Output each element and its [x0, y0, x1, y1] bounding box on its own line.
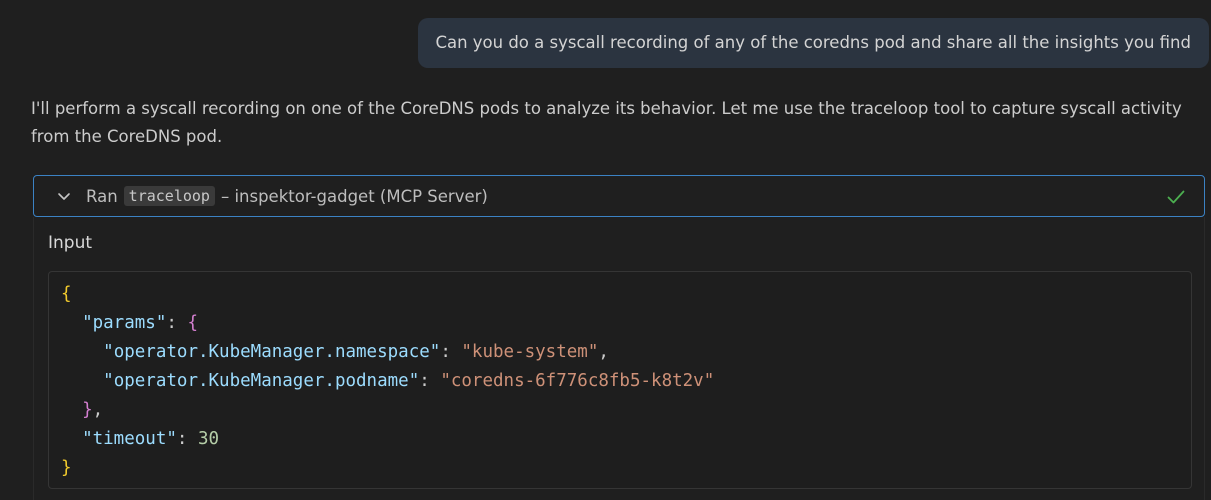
- user-message-row: Can you do a syscall recording of any of…: [418, 18, 1209, 68]
- tool-call-prefix: Ran: [86, 186, 118, 206]
- user-message-bubble: Can you do a syscall recording of any of…: [418, 18, 1209, 68]
- tool-call-body: Input { "params": { "operator.KubeManage…: [33, 217, 1205, 500]
- chat-panel: Can you do a syscall recording of any of…: [0, 0, 1211, 500]
- tool-call-title: Ran traceloop – inspektor-gadget (MCP Se…: [86, 186, 488, 206]
- tool-call-suffix: – inspektor-gadget (MCP Server): [220, 186, 488, 206]
- code-line: {: [61, 284, 72, 304]
- code-line: }: [61, 458, 72, 478]
- chevron-down-icon[interactable]: [56, 188, 72, 204]
- check-icon: [1166, 187, 1186, 207]
- code-line: },: [82, 400, 104, 420]
- assistant-message: I'll perform a syscall recording on one …: [31, 99, 1182, 146]
- tool-call-header[interactable]: Ran traceloop – inspektor-gadget (MCP Se…: [33, 175, 1205, 217]
- code-line: "timeout": 30: [82, 429, 220, 449]
- code-line: "operator.KubeManager.namespace": "kube-…: [103, 342, 609, 362]
- tool-name-chip: traceloop: [123, 186, 215, 206]
- input-label: Input: [48, 233, 93, 253]
- code-line: "operator.KubeManager.podname": "coredns…: [103, 371, 715, 391]
- input-code-block[interactable]: { "params": { "operator.KubeManager.name…: [48, 271, 1192, 489]
- code-line: "params": {: [82, 313, 198, 333]
